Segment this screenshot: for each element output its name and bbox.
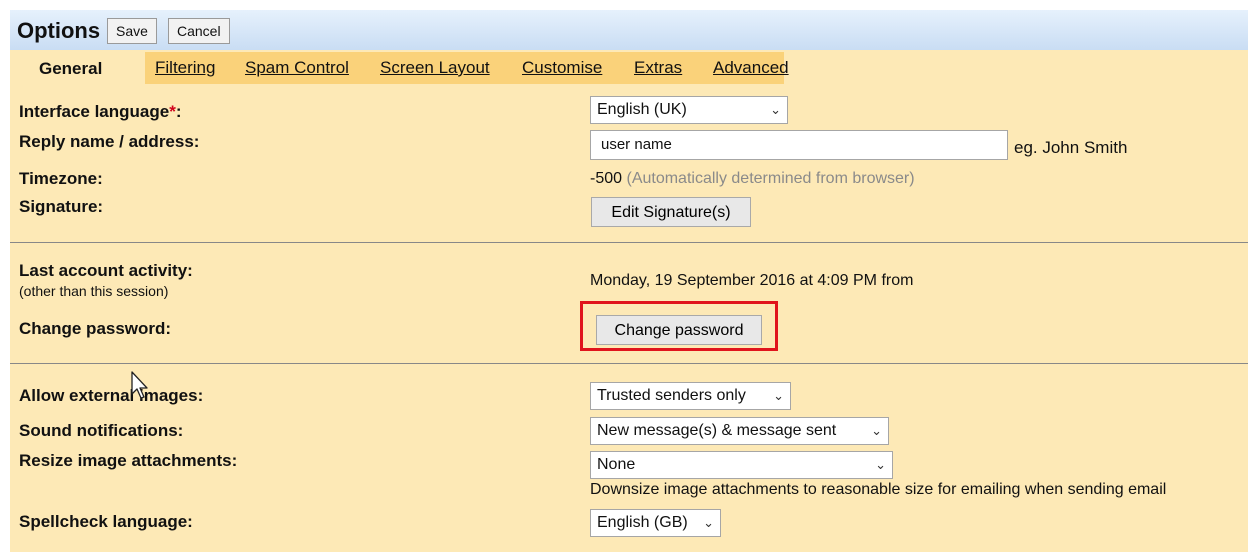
chevron-down-icon: ⌄ [773, 388, 784, 403]
resize-attachments-label: Resize image attachments: [19, 451, 238, 470]
tab-filtering[interactable]: Filtering [155, 58, 215, 78]
last-activity-label: Last account activity: [19, 261, 193, 280]
tab-screen-layout[interactable]: Screen Layout [380, 58, 490, 78]
tab-spam-control[interactable]: Spam Control [245, 58, 349, 78]
chevron-down-icon: ⌄ [770, 102, 781, 117]
tab-extras[interactable]: Extras [634, 58, 682, 78]
spellcheck-language-label: Spellcheck language: [19, 512, 193, 531]
save-button[interactable]: Save [107, 18, 157, 44]
tab-customise[interactable]: Customise [522, 58, 602, 78]
sound-notifications-label: Sound notifications: [19, 421, 184, 440]
reply-name-label: Reply name / address: [19, 132, 200, 151]
last-activity-sublabel: (other than this session) [19, 283, 169, 299]
options-panel: Options Save Cancel General Filtering Sp… [10, 10, 1248, 552]
sound-notifications-value: New message(s) & message sent [597, 422, 837, 439]
reply-name-hint: eg. John Smith [1014, 138, 1128, 157]
sound-notifications-select[interactable]: New message(s) & message sent ⌄ [590, 417, 889, 445]
timezone-value: -500 (Automatically determined from brow… [590, 170, 915, 187]
mouse-cursor-icon [131, 371, 148, 399]
page-title: Options [17, 18, 101, 43]
options-header: Options Save Cancel [10, 10, 1248, 50]
cancel-button[interactable]: Cancel [168, 18, 230, 44]
resize-attachments-value: None [597, 456, 636, 473]
spellcheck-language-value: English (GB) [597, 514, 688, 531]
tab-bar: General Filtering Spam Control Screen La… [30, 52, 789, 84]
spellcheck-language-select[interactable]: English (GB) ⌄ [590, 509, 721, 537]
external-images-value: Trusted senders only [597, 387, 746, 404]
chevron-down-icon: ⌄ [871, 423, 882, 438]
last-activity-value: Monday, 19 September 2016 at 4:09 PM fro… [590, 272, 914, 289]
resize-attachments-select[interactable]: None ⌄ [590, 451, 893, 479]
chevron-down-icon: ⌄ [703, 515, 714, 530]
interface-language-label: Interface language*: [19, 102, 182, 121]
signature-label: Signature: [19, 197, 104, 216]
timezone-note: (Automatically determined from browser) [626, 170, 915, 187]
external-images-select[interactable]: Trusted senders only ⌄ [590, 382, 791, 410]
edit-signature-button[interactable]: Edit Signature(s) [591, 197, 751, 227]
resize-attachments-note: Downsize image attachments to reasonable… [590, 481, 1167, 498]
section-divider [10, 242, 1248, 243]
required-mark: * [169, 102, 176, 121]
reply-name-input[interactable]: user name [590, 130, 1008, 160]
tab-general[interactable]: General [30, 52, 145, 84]
external-images-label: Allow external images: [19, 386, 204, 405]
chevron-down-icon: ⌄ [875, 457, 886, 472]
section-divider [10, 363, 1248, 364]
tab-advanced[interactable]: Advanced [713, 58, 789, 78]
change-password-label: Change password: [19, 319, 172, 338]
interface-language-select[interactable]: English (UK) ⌄ [590, 96, 788, 124]
timezone-label: Timezone: [19, 169, 103, 188]
interface-language-value: English (UK) [597, 101, 687, 118]
tab-label: General [39, 59, 103, 78]
change-password-button[interactable]: Change password [596, 315, 762, 345]
